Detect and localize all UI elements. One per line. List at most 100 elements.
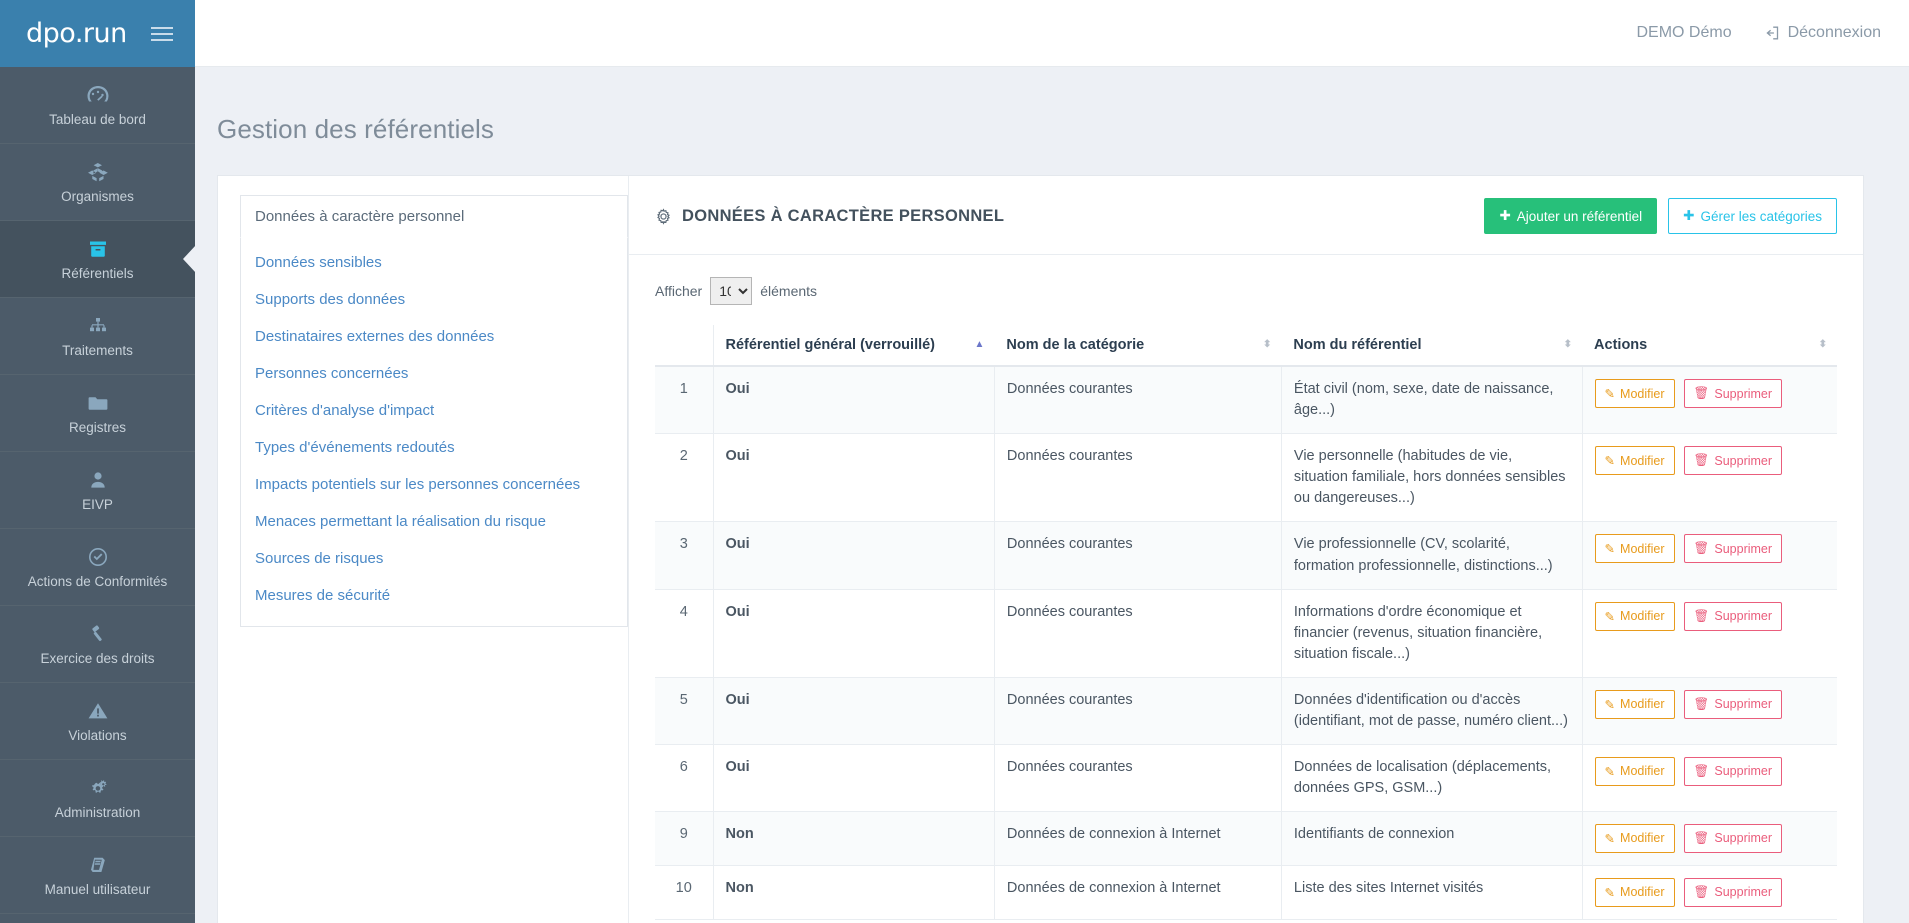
- column-header-nom-referentiel[interactable]: Nom du référentiel ⬍: [1281, 325, 1583, 368]
- plus-icon: ✚: [1499, 208, 1511, 224]
- reflist-item-impacts-potentiels[interactable]: Impacts potentiels sur les personnes con…: [241, 466, 627, 503]
- pencil-icon: ✎: [1604, 697, 1616, 712]
- cell-name: Données d'identification ou d'accès (ide…: [1281, 677, 1583, 745]
- table-pagination: Précédent 1 Suivant: [655, 920, 1837, 923]
- cell-actions: ✎ Modifier 🗑 Supprimer: [1582, 865, 1837, 920]
- delete-label: Supprimer: [1714, 453, 1773, 468]
- pencil-icon: ✎: [1604, 454, 1616, 469]
- sidebar-item-label: Exercice des droits: [40, 651, 155, 667]
- dashboard-gauge-icon: [86, 83, 110, 107]
- cell-index: 4: [655, 589, 714, 678]
- edit-row-button[interactable]: ✎ Modifier: [1594, 823, 1675, 853]
- row-action-group: ✎ Modifier 🗑 Supprimer: [1594, 756, 1825, 786]
- edit-row-button[interactable]: ✎ Modifier: [1594, 379, 1675, 409]
- reflist-item-menaces[interactable]: Menaces permettant la réalisation du ris…: [241, 503, 627, 540]
- reflist-item-sources-de-risques[interactable]: Sources de risques: [241, 540, 627, 577]
- edit-row-button[interactable]: ✎ Modifier: [1594, 689, 1675, 719]
- cell-name: Informations d'ordre économique et finan…: [1281, 589, 1583, 678]
- edit-row-button[interactable]: ✎ Modifier: [1594, 601, 1675, 631]
- sidebar-item-traitements[interactable]: Traitements: [0, 298, 195, 375]
- column-label: Actions: [1594, 337, 1648, 354]
- sidebar-item-registres[interactable]: Registres: [0, 375, 195, 452]
- delete-row-button[interactable]: 🗑 Supprimer: [1683, 601, 1783, 631]
- delete-label: Supprimer: [1714, 386, 1773, 401]
- page-content: Gestion des référentiels Données à carac…: [195, 67, 1909, 923]
- edit-row-button[interactable]: ✎ Modifier: [1594, 446, 1675, 476]
- app-logo[interactable]: dpo.run: [26, 18, 127, 49]
- cell-category: Données courantes: [994, 521, 1282, 590]
- logout-button[interactable]: Déconnexion: [1762, 24, 1881, 42]
- sidebar-item-actions-de-conformites[interactable]: Actions de Conformités: [0, 529, 195, 606]
- sidebar-item-organismes[interactable]: Organismes: [0, 144, 195, 221]
- delete-row-button[interactable]: 🗑 Supprimer: [1683, 877, 1783, 907]
- delete-label: Supprimer: [1714, 764, 1773, 779]
- cell-index: 6: [655, 744, 714, 812]
- delete-row-button[interactable]: 🗑 Supprimer: [1683, 446, 1783, 476]
- delete-row-button[interactable]: 🗑 Supprimer: [1683, 689, 1783, 719]
- sidebar-item-violations[interactable]: Violations: [0, 683, 195, 760]
- sidebar-item-label: Administration: [54, 805, 141, 821]
- delete-row-button[interactable]: 🗑 Supprimer: [1683, 379, 1783, 409]
- delete-row-button[interactable]: 🗑 Supprimer: [1683, 823, 1783, 853]
- edit-label: Modifier: [1620, 386, 1665, 401]
- trash-icon: 🗑: [1693, 541, 1710, 556]
- row-action-group: ✎ Modifier 🗑 Supprimer: [1594, 601, 1825, 631]
- delete-label: Supprimer: [1714, 697, 1773, 712]
- row-action-group: ✎ Modifier 🗑 Supprimer: [1594, 689, 1825, 719]
- delete-label: Supprimer: [1714, 831, 1773, 846]
- warning-triangle-icon: [86, 699, 110, 723]
- manage-categories-button[interactable]: ✚ Gérer les catégories: [1668, 198, 1837, 235]
- column-header-index[interactable]: [655, 325, 714, 368]
- column-header-referentiel-general[interactable]: Référentiel général (verrouillé) ▲: [713, 325, 995, 368]
- gear-icon: [655, 208, 672, 225]
- archive-box-icon: [86, 237, 110, 261]
- reflist-selected-tab[interactable]: Données à caractère personnel: [240, 195, 628, 239]
- reflist-item-donnees-sensibles[interactable]: Données sensibles: [241, 244, 627, 281]
- trash-icon: 🗑: [1693, 763, 1710, 778]
- panel-header: DONNÉES À CARACTÈRE PERSONNEL ✚ Ajouter …: [629, 176, 1863, 256]
- row-action-group: ✎ Modifier 🗑 Supprimer: [1594, 823, 1825, 853]
- table-body: 1 Oui Données courantes État civil (nom,…: [655, 366, 1837, 920]
- hamburger-menu-icon[interactable]: [147, 23, 177, 45]
- page-length-select[interactable]: 10 25 50 100: [710, 277, 753, 306]
- edit-row-button[interactable]: ✎ Modifier: [1594, 877, 1675, 907]
- edit-row-button[interactable]: ✎ Modifier: [1594, 534, 1675, 564]
- sort-both-icon: ⬍: [1263, 339, 1272, 351]
- delete-row-button[interactable]: 🗑 Supprimer: [1683, 756, 1783, 786]
- sidebar-item-tableau-de-bord[interactable]: Tableau de bord: [0, 67, 195, 144]
- add-referential-button[interactable]: ✚ Ajouter un référentiel: [1484, 198, 1658, 235]
- column-header-nom-categorie[interactable]: Nom de la catégorie ⬍: [994, 325, 1282, 368]
- page-title: Gestion des référentiels: [217, 114, 494, 145]
- column-header-actions[interactable]: Actions ⬍: [1582, 325, 1837, 368]
- cell-actions: ✎ Modifier 🗑 Supprimer: [1582, 366, 1837, 435]
- edit-row-button[interactable]: ✎ Modifier: [1594, 756, 1675, 786]
- delete-label: Supprimer: [1714, 541, 1773, 556]
- folder-icon: [86, 391, 110, 415]
- reflist-item-criteres-analyse-impact[interactable]: Critères d'analyse d'impact: [241, 392, 627, 429]
- cell-index: 3: [655, 521, 714, 590]
- delete-row-button[interactable]: 🗑 Supprimer: [1683, 534, 1783, 564]
- cell-locked: Oui: [713, 521, 995, 590]
- sidebar-item-administration[interactable]: Administration: [0, 760, 195, 837]
- reflist-item-destinataires-externes[interactable]: Destinataires externes des données: [241, 318, 627, 355]
- cell-category: Données courantes: [994, 589, 1282, 678]
- trash-icon: 🗑: [1693, 386, 1710, 401]
- boxes-icon: [86, 160, 110, 184]
- sidebar-item-label: Référentiels: [61, 266, 134, 282]
- sort-both-icon: ⬍: [1563, 339, 1573, 351]
- edit-label: Modifier: [1620, 453, 1665, 468]
- reflist-item-types-evenements-redoutes[interactable]: Types d'événements redoutés: [241, 429, 627, 466]
- sidebar-item-exercice-des-droits[interactable]: Exercice des droits: [0, 606, 195, 683]
- column-label: Référentiel général (verrouillé): [725, 337, 936, 354]
- sidebar-item-eivp[interactable]: EIVP: [0, 452, 195, 529]
- gavel-icon: [86, 622, 110, 646]
- sidebar-item-label: Traitements: [62, 343, 133, 359]
- reflist-item-mesures-de-securite[interactable]: Mesures de sécurité: [241, 577, 627, 614]
- sidebar-item-referentiels[interactable]: Référentiels: [0, 221, 195, 298]
- sidebar-item-label: Manuel utilisateur: [44, 882, 151, 898]
- sidebar-item-manuel-utilisateur[interactable]: Manuel utilisateur: [0, 837, 195, 914]
- cell-locked: Non: [713, 865, 995, 920]
- reflist-item-supports-des-donnees[interactable]: Supports des données: [241, 281, 627, 318]
- row-action-group: ✎ Modifier 🗑 Supprimer: [1594, 534, 1825, 564]
- reflist-item-personnes-concernees[interactable]: Personnes concernées: [241, 355, 627, 392]
